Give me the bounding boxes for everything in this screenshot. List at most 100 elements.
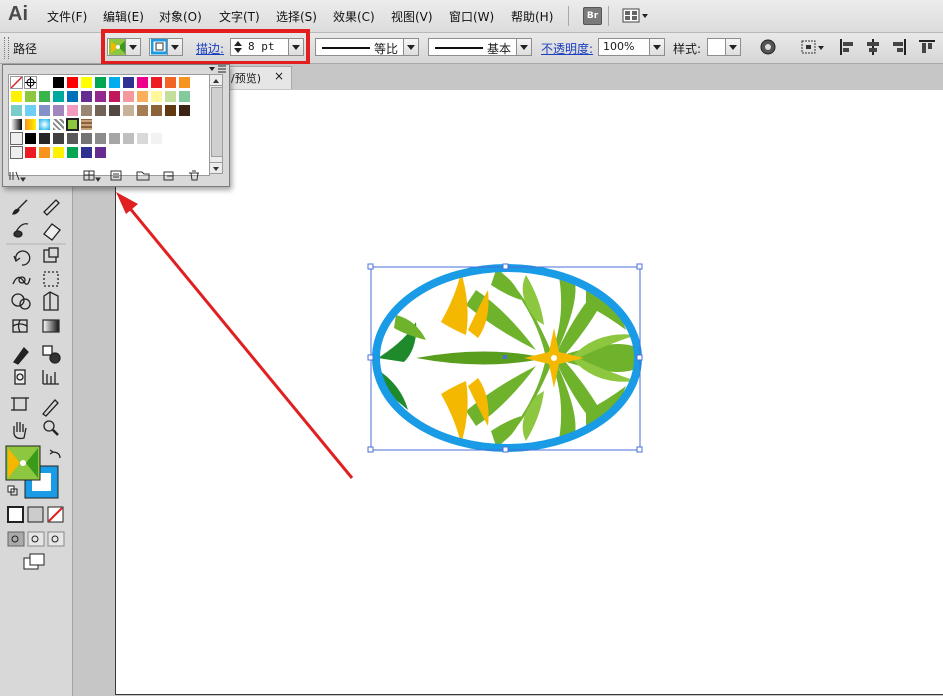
swatch[interactable] — [136, 76, 149, 89]
swatch[interactable] — [52, 104, 65, 117]
swatch[interactable] — [66, 146, 79, 159]
arrange-documents-button[interactable] — [622, 8, 650, 23]
swatch[interactable] — [178, 90, 191, 103]
menu-edit[interactable]: 编辑(E) — [103, 8, 144, 25]
swatch[interactable] — [52, 76, 65, 89]
menu-type[interactable]: 文字(T) — [219, 8, 260, 25]
close-icon[interactable]: × — [274, 69, 284, 83]
swatch-pattern[interactable] — [80, 118, 93, 131]
swatch-pattern[interactable] — [66, 118, 79, 131]
swatch[interactable] — [136, 90, 149, 103]
align-left-button[interactable] — [838, 38, 856, 56]
swatch[interactable] — [150, 76, 163, 89]
swatch[interactable] — [178, 104, 191, 117]
swatch[interactable] — [10, 90, 23, 103]
scroll-thumb[interactable] — [211, 87, 223, 157]
swatch[interactable] — [38, 132, 51, 145]
swatch[interactable] — [38, 90, 51, 103]
swatch[interactable] — [150, 104, 163, 117]
menu-select[interactable]: 选择(S) — [276, 8, 317, 25]
menu-view[interactable]: 视图(V) — [391, 8, 433, 25]
swatch[interactable] — [66, 90, 79, 103]
scroll-up-arrow[interactable] — [210, 75, 222, 86]
document-tab[interactable]: /预览) × — [226, 66, 292, 89]
swatch[interactable] — [150, 132, 163, 145]
menu-window[interactable]: 窗口(W) — [449, 8, 494, 25]
swatch[interactable] — [80, 104, 93, 117]
menu-effect[interactable]: 效果(C) — [333, 8, 375, 25]
align-to-selection-button[interactable] — [800, 38, 826, 56]
swatch[interactable] — [178, 76, 191, 89]
swatch[interactable] — [24, 146, 37, 159]
swatch[interactable] — [122, 76, 135, 89]
swatch[interactable] — [150, 90, 163, 103]
swatch[interactable] — [122, 104, 135, 117]
swatch[interactable] — [94, 76, 107, 89]
swatch-gradient[interactable] — [10, 118, 23, 131]
swatch-gradient[interactable] — [24, 118, 37, 131]
align-left-icon — [840, 39, 853, 55]
swatch[interactable] — [164, 90, 177, 103]
swatch[interactable] — [136, 104, 149, 117]
swatch[interactable] — [24, 90, 37, 103]
menu-file[interactable]: 文件(F) — [47, 8, 87, 25]
menu-divider — [608, 6, 609, 26]
swatch[interactable] — [108, 104, 121, 117]
swatch-pattern[interactable] — [52, 118, 65, 131]
swatch-none[interactable] — [10, 76, 23, 89]
swatch[interactable] — [94, 104, 107, 117]
brush-line-preview — [435, 47, 483, 49]
swatch[interactable] — [80, 146, 93, 159]
swatch[interactable] — [94, 132, 107, 145]
swatch[interactable] — [122, 90, 135, 103]
swatch[interactable] — [80, 90, 93, 103]
swatch[interactable] — [94, 90, 107, 103]
chevron-down-icon — [725, 39, 740, 55]
app-logo: Ai — [8, 3, 28, 25]
swatch[interactable] — [164, 76, 177, 89]
swatch[interactable] — [122, 132, 135, 145]
opacity-field[interactable]: 100% — [598, 38, 665, 56]
swatch[interactable] — [66, 104, 79, 117]
swatch[interactable] — [164, 104, 177, 117]
brush-definition-dropdown[interactable]: 基本 — [428, 38, 532, 56]
swatch-group-folder-icon[interactable] — [10, 146, 23, 159]
swatch[interactable] — [136, 132, 149, 145]
control-bar-grip[interactable] — [4, 37, 9, 59]
swatch[interactable] — [108, 76, 121, 89]
swatch[interactable] — [24, 104, 37, 117]
swatch[interactable] — [10, 104, 23, 117]
align-right-button[interactable] — [890, 38, 908, 56]
variable-width-profile-dropdown[interactable]: 等比 — [315, 38, 419, 56]
menu-object[interactable]: 对象(O) — [159, 8, 202, 25]
swatch-registration-icon[interactable] — [24, 76, 37, 89]
swatch[interactable] — [38, 146, 51, 159]
opacity-label-link[interactable]: 不透明度: — [541, 40, 593, 57]
swatch[interactable] — [108, 132, 121, 145]
swatch[interactable] — [80, 76, 93, 89]
swatch[interactable] — [66, 132, 79, 145]
swatch[interactable] — [66, 76, 79, 89]
graphic-style-dropdown[interactable] — [707, 38, 741, 56]
panel-menu-icon[interactable] — [207, 65, 227, 74]
swatch-gradient[interactable] — [38, 118, 51, 131]
swatch[interactable] — [94, 146, 107, 159]
align-horizontal-center-button[interactable] — [864, 38, 882, 56]
menu-help[interactable]: 帮助(H) — [511, 8, 553, 25]
swatch-group-folder-icon[interactable] — [10, 132, 23, 145]
swatch[interactable] — [24, 132, 37, 145]
swatch[interactable] — [52, 90, 65, 103]
swatch[interactable] — [80, 132, 93, 145]
opacity-value[interactable]: 100% — [603, 40, 634, 53]
brush-label: 基本 — [487, 42, 512, 56]
bridge-button[interactable]: Br — [583, 7, 602, 25]
swatch[interactable] — [52, 132, 65, 145]
swatch[interactable] — [108, 90, 121, 103]
align-top-button[interactable] — [918, 38, 936, 56]
swatch[interactable] — [38, 104, 51, 117]
recolor-artwork-button[interactable] — [759, 38, 777, 56]
swatch[interactable] — [52, 146, 65, 159]
swatch[interactable] — [38, 76, 51, 89]
swatch-scrollbar[interactable] — [209, 74, 223, 174]
artboard[interactable] — [115, 90, 943, 695]
